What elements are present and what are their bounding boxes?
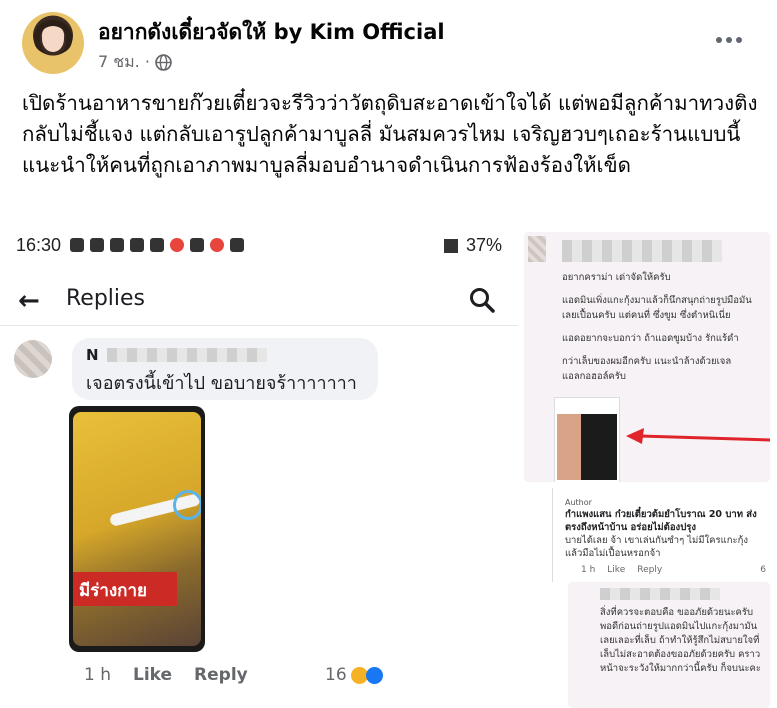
author-comment-body: บายได้เลย จ้า เขาเล่นกันซำๆ ไม่มีใครแกะก… [565,535,749,559]
screenshot-admin-reply: อยากคราม่า เด่าจัดให้ครับ แอดมินเพิ่งแกะ… [524,232,770,482]
more-options-icon[interactable] [712,30,746,50]
like-button[interactable]: Like [607,565,625,575]
page-name: กำแพงแสน ก๋วยเตี๋ยวต้มยำโบราณ 20 บาท ส่ง… [565,509,757,533]
like-button[interactable]: Like [133,665,172,685]
phone-status-bar: 16:30 37% [0,222,518,266]
like-reaction-icon [365,666,383,684]
post-meta: 7 ชม. · [98,50,172,75]
author-comment-text: กำแพงแสน ก๋วยเตี๋ยวต้มยำโบราณ 20 บาท ส่ง… [565,508,765,560]
reaction-count[interactable]: 16 [325,665,383,685]
post-author-name[interactable]: อยากดังเดี๋ยวจัดให้ by Kim Official [98,16,445,49]
author-badge: Author [565,498,592,507]
screenshot-suggested-reply: สิ่งที่ควรจะตอบคือ ขออภัยด้วยนะครับ พอดี… [568,582,770,708]
status-time: 16:30 [16,235,62,255]
replies-header: ← Replies [0,274,518,326]
blurred-name [562,240,722,262]
comment-timestamp: 1 h [84,665,111,685]
post-header: อยากดังเดี๋ยวจัดให้ by Kim Official 7 ชม… [22,12,762,76]
screenshot-author-comment: Author กำแพงแสน ก๋วยเตี๋ยวต้มยำโบราณ 20 … [552,488,770,582]
reply-button[interactable]: Reply [194,665,248,685]
reaction-count: 6 [760,565,766,575]
customer-photo-thumbnail [554,397,620,482]
reply-button[interactable]: Reply [637,565,662,575]
admin-reply-line: แอดมินเพิ่งแกะกุ้งมาแล้วก็นึกสนุกถ่ายรูป… [562,295,752,321]
admin-reply-line: อยากคราม่า เด่าจัดให้ครับ [562,272,671,283]
post-text: เปิดร้านอาหารขายก๊วยเตี๋ยวจะรีวิวว่าวัตถ… [22,91,758,177]
author-avatar[interactable] [22,12,84,74]
status-right: 37% [443,235,502,256]
suggested-reply-text: สิ่งที่ควรจะตอบคือ ขออภัยด้วยนะครับ พอดี… [600,607,762,674]
admin-reply-text: อยากคราม่า เด่าจัดให้ครับ แอดมินเพิ่งแกะ… [562,270,762,392]
battery-percent: 37% [465,235,502,255]
video-thumbnail[interactable]: มีร่างกาย [69,406,205,652]
red-arrow-icon [626,428,770,444]
blurred-name [106,348,267,362]
video-banner: มีร่างกาย [73,572,177,606]
search-icon[interactable] [468,286,496,314]
blurred-name [600,588,720,600]
reaction-number: 16 [325,665,347,685]
admin-reply-line: แอดอยากจะบอกว่า ถ้าแอดขูมบ้าง รักแร้ดำ [562,333,739,344]
post-time[interactable]: 7 ชม. · [98,50,150,75]
signal-icon [443,238,458,253]
comment-author-initial: N [86,346,99,364]
globe-icon [155,54,172,71]
comment-bubble: N เจอตรงนี้เข้าไป ขอบายจร้าาาาาาา [72,338,378,400]
status-notification-icons [70,238,244,252]
comment-author[interactable]: N [86,346,364,364]
comment-actions: 1 h Like Reply [84,665,248,685]
replies-title: Replies [66,286,146,311]
admin-reply-line: กว่าเล็บของผมอีกครับ แนะนำล้างด้วยเจล แอ… [562,356,732,382]
commenter-avatar[interactable] [14,340,52,378]
comment-text: เจอตรงนี้เข้าไป ขอบายจร้าาาาาาา [86,373,357,394]
highlight-circle [173,490,201,520]
admin-avatar [528,236,546,262]
comment-timestamp: 1 h [581,565,596,575]
screenshot-replies: 16:30 37% ← Replies N เจอตรงนี้เข้าไป ขอ… [0,222,518,708]
back-arrow-icon[interactable]: ← [18,286,40,316]
author-comment-actions: 1 h Like Reply [581,565,662,575]
